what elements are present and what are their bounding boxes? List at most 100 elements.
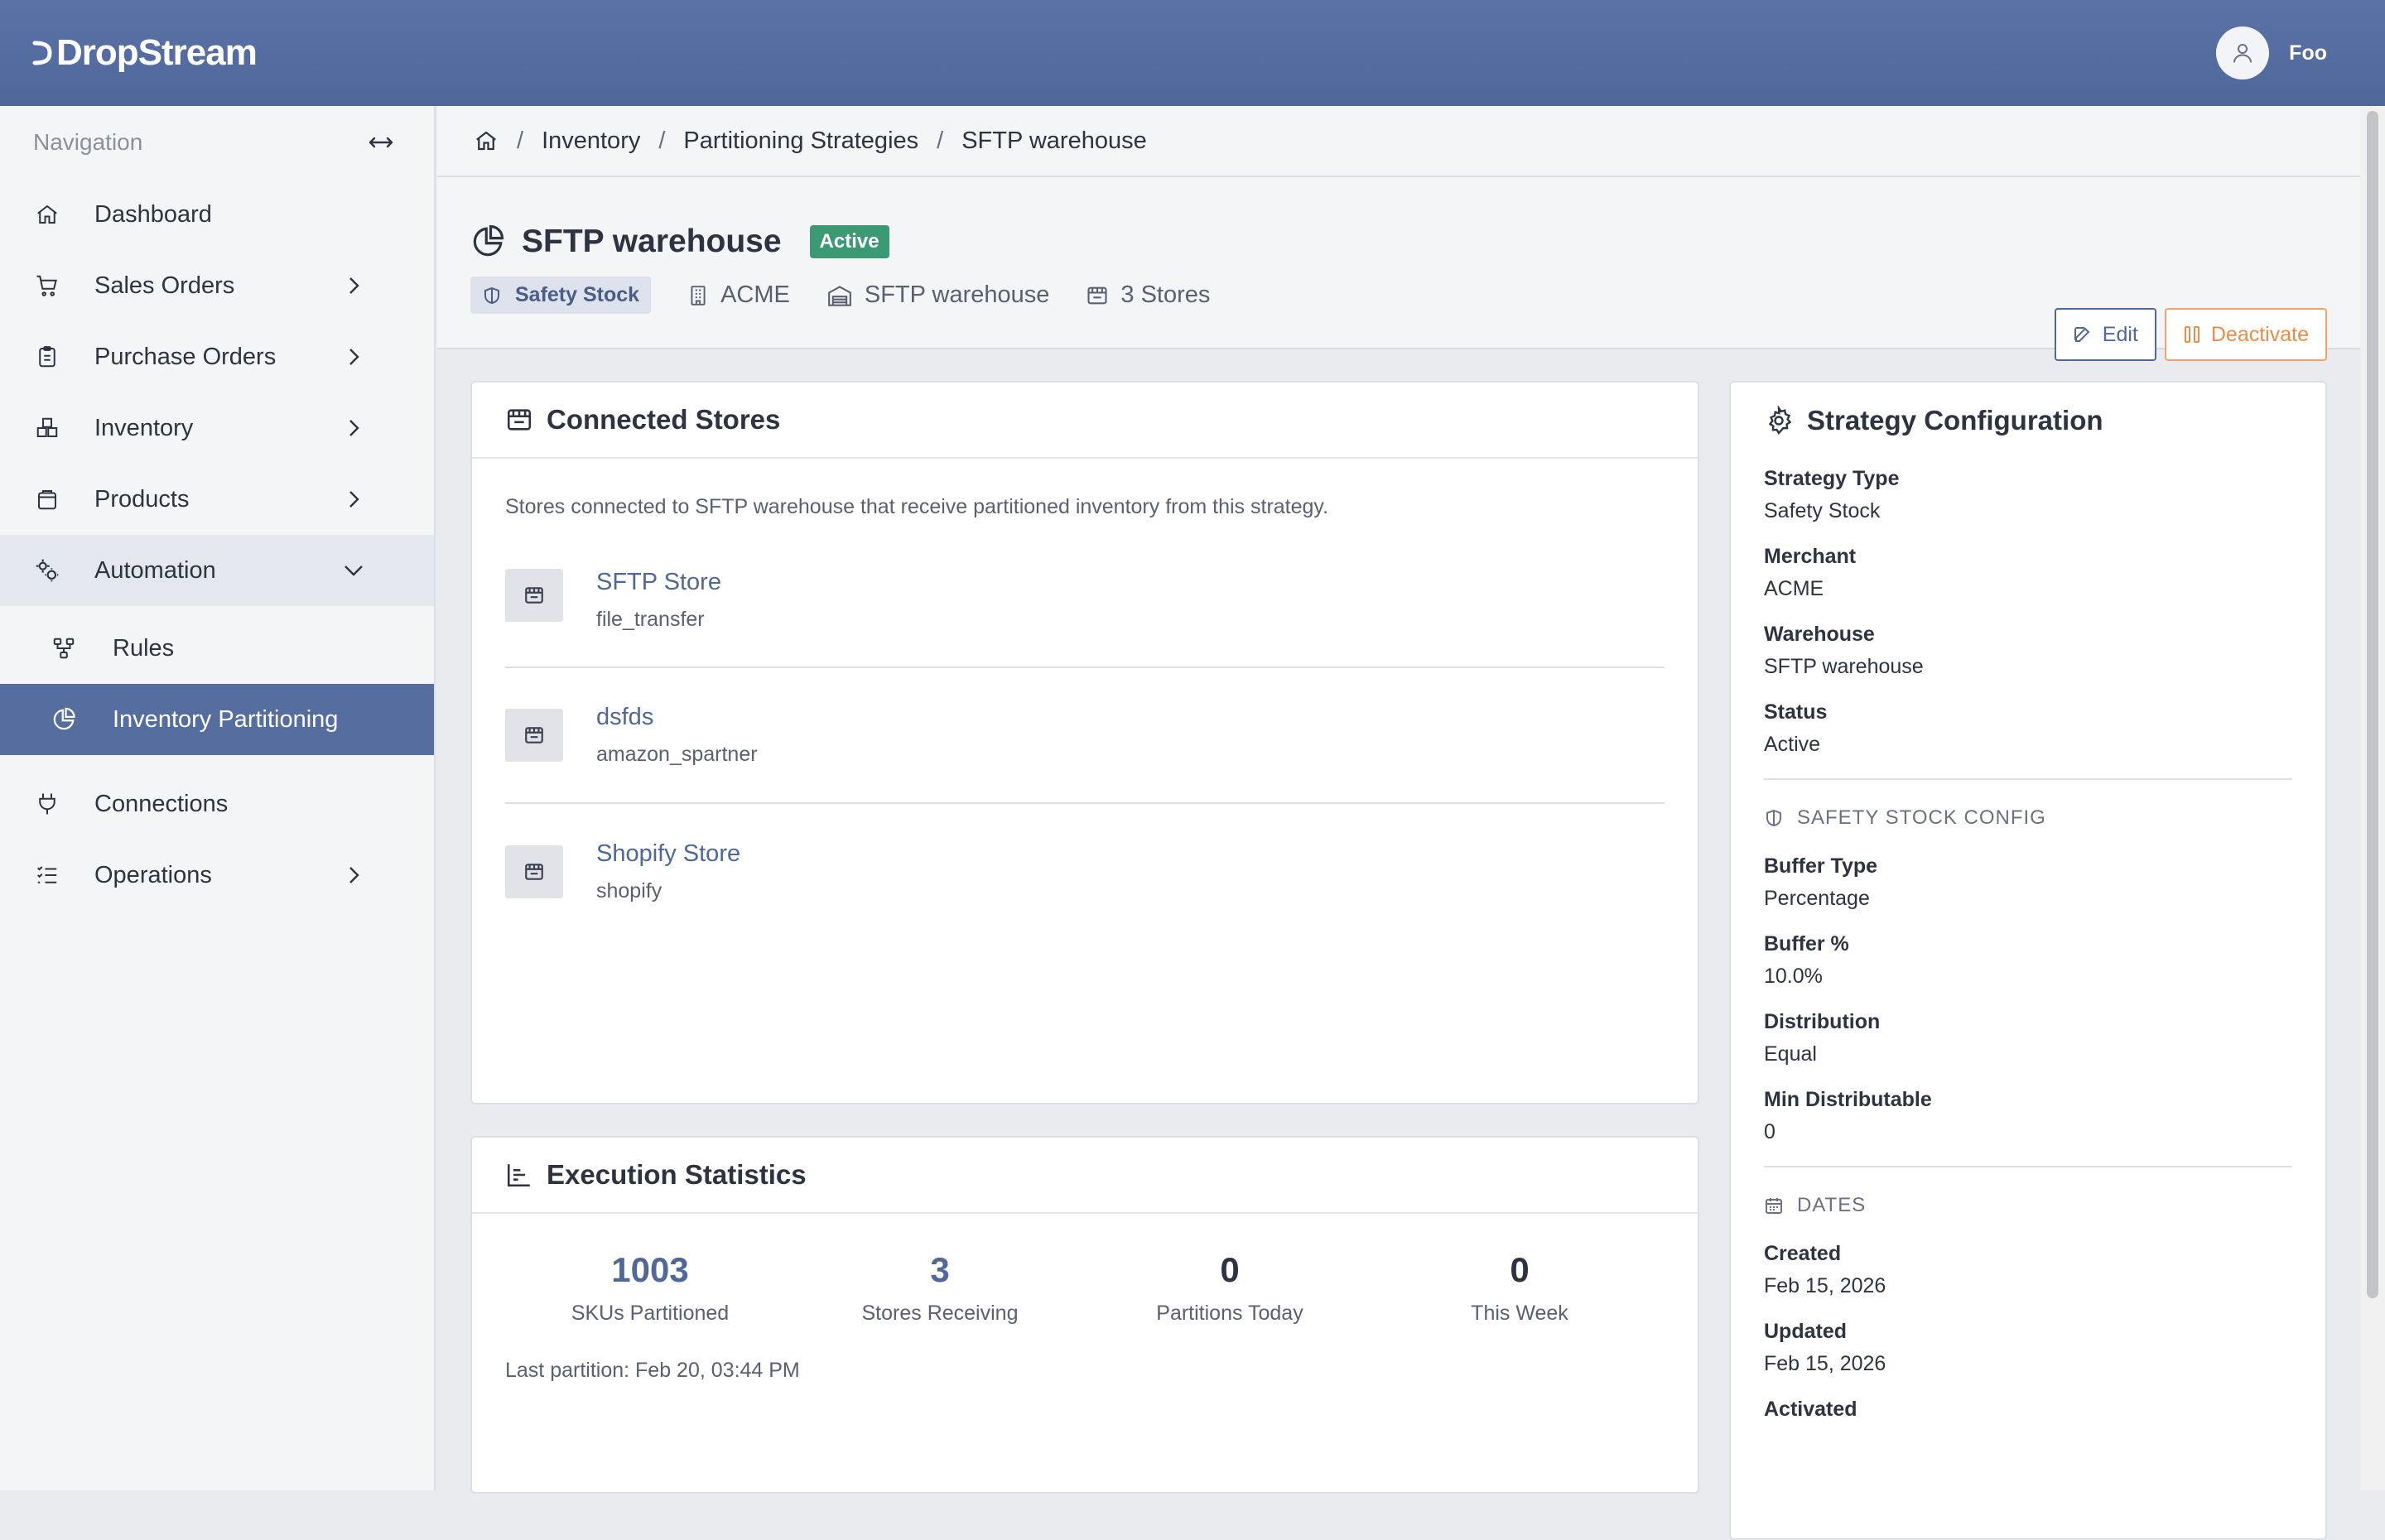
sidebar-item-label: Rules <box>113 634 175 662</box>
store-name-link[interactable]: SFTP Store <box>596 569 721 596</box>
breadcrumb-separator: / <box>658 127 666 154</box>
scrollbar-thumb[interactable] <box>2367 111 2378 1298</box>
user-icon <box>2230 41 2255 65</box>
section-title: SAFETY STOCK CONFIG <box>1797 806 2046 829</box>
config-field: Min Distributable 0 <box>1764 1088 2292 1144</box>
config-field: Buffer % 10.0% <box>1764 932 2292 989</box>
store-name-link[interactable]: Shopify Store <box>596 840 740 868</box>
store-icon <box>505 569 563 622</box>
chevron-down-icon <box>340 562 368 579</box>
field-label: Updated <box>1764 1320 1847 1343</box>
field-value: Safety Stock <box>1764 499 1881 522</box>
store-icon <box>505 406 533 434</box>
config-field: Warehouse SFTP warehouse <box>1764 623 2292 679</box>
config-field: Status Active <box>1764 700 2292 757</box>
meta-row: Safety Stock ACME SFTP warehouse 3 Store… <box>470 277 1210 314</box>
store-icon <box>505 845 563 898</box>
warehouse-icon <box>826 284 853 307</box>
user-name: Foo <box>2289 41 2327 65</box>
breadcrumb-inventory[interactable]: Inventory <box>542 128 640 155</box>
sidebar-item-automation[interactable]: Automation <box>0 535 434 606</box>
app-logo[interactable]: DropStream <box>31 32 258 74</box>
sidebar-item-label: Operations <box>94 861 212 888</box>
breadcrumb-partitioning-strategies[interactable]: Partitioning Strategies <box>683 128 918 155</box>
sidebar-item-rules[interactable]: Rules <box>0 613 434 684</box>
sidebar-item-sales-orders[interactable]: Sales Orders <box>0 250 434 321</box>
field-value: 10.0% <box>1764 965 1823 988</box>
card-title: Connected Stores <box>547 404 781 435</box>
top-bar: DropStream Foo <box>0 0 2385 106</box>
bag-icon <box>33 487 61 512</box>
field-label: Min Distributable <box>1764 1088 1932 1111</box>
chevron-right-icon <box>340 345 368 368</box>
collapse-toggle-icon[interactable] <box>368 134 394 151</box>
chevron-right-icon <box>340 864 368 887</box>
sidebar-header: Navigation <box>0 106 434 179</box>
stat-value: 3 <box>930 1250 950 1289</box>
vertical-scrollbar[interactable] <box>2360 106 2385 1490</box>
sidebar-item-label: Sales Orders <box>94 272 235 299</box>
field-value: Active <box>1764 733 1821 756</box>
sidebar-item-purchase-orders[interactable]: Purchase Orders <box>0 321 434 392</box>
sidebar-item-products[interactable]: Products <box>0 464 434 535</box>
store-name-link[interactable]: dsfds <box>596 704 758 731</box>
stat-value: 1003 <box>611 1250 689 1289</box>
store-list: SFTP Store file_transfer dsfds amazon_sp… <box>472 519 1698 940</box>
sidebar-item-label: Connections <box>94 790 229 817</box>
sidebar-item-inventory-partitioning[interactable]: Inventory Partitioning <box>0 684 434 755</box>
workflow-icon <box>50 636 78 661</box>
field-value: Percentage <box>1764 887 1870 910</box>
stat-value: 0 <box>1510 1250 1530 1289</box>
field-label: Status <box>1764 700 1828 724</box>
chevron-right-icon <box>340 416 368 440</box>
shield-icon <box>1764 808 1784 828</box>
title-row: SFTP warehouse Active <box>470 224 889 260</box>
execution-statistics-card: Execution Statistics 1003 SKUs Partition… <box>470 1136 1699 1494</box>
warehouse-meta: SFTP warehouse <box>826 282 1049 309</box>
logo-icon <box>31 38 53 68</box>
stat-this-week: 0 This Week <box>1375 1250 1665 1326</box>
cart-icon <box>33 273 61 298</box>
home-icon[interactable] <box>474 128 499 153</box>
sidebar-item-dashboard[interactable]: Dashboard <box>0 179 434 250</box>
chevron-right-icon <box>340 274 368 297</box>
field-value: ACME <box>1764 577 1824 600</box>
edit-button-label: Edit <box>2102 322 2138 346</box>
stat-label: SKUs Partitioned <box>571 1302 730 1325</box>
sidebar-item-label: Purchase Orders <box>94 343 277 370</box>
calendar-icon <box>1764 1196 1784 1215</box>
store-type: shopify <box>596 879 662 902</box>
config-field: Activated <box>1764 1398 2292 1422</box>
deactivate-button[interactable]: Deactivate <box>2164 308 2327 361</box>
sidebar-item-inventory[interactable]: Inventory <box>0 392 434 464</box>
stat-label: This Week <box>1471 1302 1568 1325</box>
app-name: DropStream <box>56 32 258 73</box>
config-field: Strategy Type Safety Stock <box>1764 467 2292 523</box>
breadcrumb-separator: / <box>937 127 944 154</box>
config-body: Strategy Type Safety Stock Merchant ACME… <box>1731 459 2325 1422</box>
strategy-type-tag: Safety Stock <box>470 277 652 314</box>
field-label: Activated <box>1764 1398 1857 1421</box>
last-partition: Last partition: Feb 20, 03:44 PM <box>505 1359 800 1382</box>
sidebar: Navigation Dashboard Sales Orders Purcha… <box>0 106 436 1490</box>
field-value: Feb 15, 2026 <box>1764 1274 1886 1297</box>
avatar[interactable] <box>2216 26 2270 79</box>
field-label: Buffer % <box>1764 932 1849 955</box>
stat-label: Stores Receiving <box>861 1302 1019 1325</box>
stat-value: 0 <box>1220 1250 1240 1289</box>
sidebar-item-connections[interactable]: Connections <box>0 768 434 840</box>
edit-button[interactable]: Edit <box>2054 308 2156 361</box>
store-icon <box>505 709 563 762</box>
sidebar-item-label: Dashboard <box>94 200 212 228</box>
field-value: Feb 15, 2026 <box>1764 1352 1886 1375</box>
breadcrumb-current: SFTP warehouse <box>961 127 1147 154</box>
user-menu[interactable]: Foo <box>2216 26 2327 79</box>
chevron-right-icon <box>340 488 368 511</box>
shield-icon <box>482 286 502 306</box>
list-item: Shopify Store shopify <box>505 804 1665 940</box>
field-label: Distribution <box>1764 1010 1881 1033</box>
card-header: Connected Stores <box>472 383 1698 459</box>
stat-label: Partitions Today <box>1156 1302 1303 1325</box>
list-item: dsfds amazon_spartner <box>505 668 1665 804</box>
sidebar-item-operations[interactable]: Operations <box>0 840 434 911</box>
